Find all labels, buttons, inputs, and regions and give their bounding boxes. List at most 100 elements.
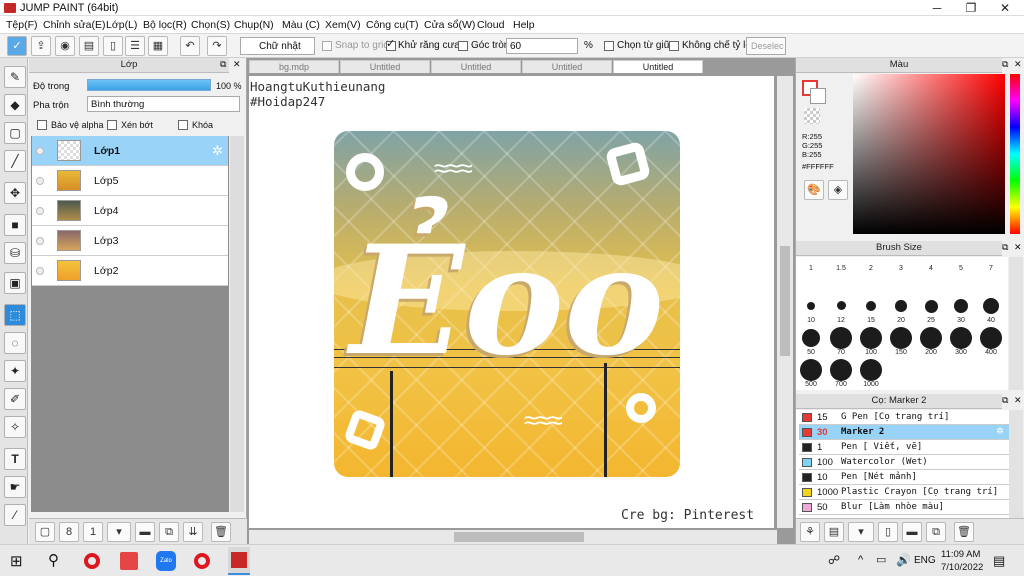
brush-row[interactable]: 50 Blur [Làm nhòe màu]	[799, 500, 1009, 515]
brush-copy-icon[interactable]: ▯	[878, 522, 898, 542]
shape-select[interactable]: Chữ nhật	[240, 37, 315, 55]
brush-size-option[interactable]: 150	[890, 327, 912, 356]
brush-row[interactable]: 1 Pen [ Viết, vẽ]	[799, 440, 1009, 455]
brush-size-option[interactable]: 50	[800, 327, 822, 356]
clip-checkbox[interactable]	[107, 120, 117, 130]
opacity-slider[interactable]	[87, 79, 211, 91]
brush-size-option[interactable]: 1	[800, 265, 822, 272]
merge-icon[interactable]: ⇊	[183, 522, 203, 542]
brush-delete-icon[interactable]: 🗑	[954, 522, 974, 542]
select-pen-tool-icon[interactable]: ✐	[4, 388, 26, 410]
shape-tool-icon[interactable]: ▢	[4, 122, 26, 144]
brush-size-option[interactable]: 7	[980, 265, 1002, 272]
settings-gear-icon[interactable]: ✲	[212, 143, 223, 159]
layer-row[interactable]: Lớp5	[32, 166, 228, 196]
brush-size-option[interactable]: 400	[980, 327, 1002, 356]
bucket-tool-icon[interactable]: ⛁	[4, 242, 26, 264]
lasso-tool-icon[interactable]: ◌	[4, 332, 26, 354]
rounded-checkbox[interactable]	[458, 41, 468, 51]
brush-settings-gear-icon[interactable]: ✲	[996, 426, 1004, 437]
opera-gx-icon[interactable]	[194, 553, 210, 569]
brush-size-scrollbar[interactable]	[1009, 257, 1023, 390]
people-icon[interactable]: ☍	[828, 553, 840, 567]
brush-size-option[interactable]: 70	[830, 327, 852, 356]
list-icon[interactable]: ☰	[125, 36, 145, 56]
brush-size-option[interactable]: 1000	[860, 359, 882, 388]
jump-paint-task-icon[interactable]	[228, 547, 250, 575]
menu-capture[interactable]: Chụp(N)	[234, 19, 274, 31]
undock-icon[interactable]: ⧉	[1002, 242, 1008, 253]
volume-icon[interactable]: 🔊	[896, 553, 911, 567]
brush-row[interactable]: 10 Pen [Nét mảnh]	[799, 470, 1009, 485]
brush-row[interactable]: 30 Marker 2 ✲	[799, 425, 1009, 440]
palette-icon[interactable]: 🎨	[804, 180, 824, 200]
brush-tool-icon[interactable]: ⚘	[800, 522, 820, 542]
brush-folder-icon[interactable]: ▬	[902, 522, 922, 542]
doc-tab[interactable]: Untitled	[340, 60, 430, 73]
brush-scrollbar[interactable]	[1009, 410, 1023, 518]
magic-wand-tool-icon[interactable]: ✦	[4, 360, 26, 382]
visibility-icon[interactable]	[36, 147, 44, 155]
clock-time[interactable]: 11:09 AM	[941, 549, 980, 560]
brush-size-option[interactable]: 200	[920, 327, 942, 356]
line-tool-icon[interactable]: ╱	[4, 150, 26, 172]
brush-add-icon[interactable]: ▤	[824, 522, 844, 542]
protect-alpha-checkbox[interactable]	[37, 120, 47, 130]
delete-layer-icon[interactable]: 🗑	[211, 522, 231, 542]
new-layer-icon[interactable]: ▢	[35, 522, 55, 542]
brush-size-option[interactable]: 3	[890, 265, 912, 272]
menu-cloud[interactable]: Cloud	[477, 19, 504, 31]
brush-size-option[interactable]: 12	[830, 295, 852, 324]
menu-filter[interactable]: Bộ lọc(R)	[143, 19, 187, 31]
brush-size-option[interactable]: 700	[830, 359, 852, 388]
brush-duplicate-icon[interactable]: ⧉	[926, 522, 946, 542]
canvas-vscroll[interactable]	[777, 76, 793, 528]
opera-icon[interactable]	[84, 553, 100, 569]
folder-icon[interactable]: ▬	[135, 522, 155, 542]
network-icon[interactable]: ▭	[876, 553, 886, 566]
brush-row[interactable]: 15 G Pen [Cọ trang trí]	[799, 410, 1009, 425]
layer-row[interactable]: Lớp1 ✲	[32, 136, 228, 166]
close-icon[interactable]: ✕	[988, 0, 1022, 16]
brush-size-option[interactable]: 40	[980, 295, 1002, 324]
brush-size-option[interactable]: 10	[800, 295, 822, 324]
menu-file[interactable]: Tệp(F)	[6, 19, 38, 31]
brush-size-option[interactable]: 2	[860, 265, 882, 272]
menu-select[interactable]: Chọn(S)	[191, 19, 230, 31]
transparent-swatch[interactable]	[804, 108, 820, 124]
visibility-icon[interactable]	[36, 207, 44, 215]
lock-checkbox[interactable]	[178, 120, 188, 130]
brush-size-option[interactable]: 15	[860, 295, 882, 324]
no-ratio-checkbox[interactable]	[669, 41, 679, 51]
rect-select-tool-icon[interactable]: ⬚	[4, 304, 26, 326]
background-color-swatch[interactable]	[810, 88, 826, 104]
hand-tool-icon[interactable]: ☛	[4, 476, 26, 498]
brush-size-option[interactable]: 500	[800, 359, 822, 388]
layer-scrollbar[interactable]	[230, 136, 244, 512]
panel-close-icon[interactable]: ✕	[1014, 242, 1022, 253]
grid-icon[interactable]: ▦	[148, 36, 168, 56]
search-icon[interactable]: ⚲	[48, 551, 59, 569]
menu-help[interactable]: Help	[513, 19, 535, 31]
zalo-icon[interactable]: Zalo	[156, 551, 176, 571]
menu-color[interactable]: Màu (C)	[282, 19, 320, 31]
canvas-hscroll-thumb[interactable]	[454, 532, 584, 542]
text-tool-icon[interactable]: T	[4, 448, 26, 470]
speech-icon[interactable]: ◉	[55, 36, 75, 56]
doc-tab[interactable]: Untitled	[431, 60, 521, 73]
brush-row[interactable]: 100 Watercolor (Wet)	[799, 455, 1009, 470]
check-icon[interactable]: ✓	[7, 36, 27, 56]
canvas-vscroll-thumb[interactable]	[780, 246, 790, 356]
fill-rect-tool-icon[interactable]: ■	[4, 214, 26, 236]
brush-size-option[interactable]: 5	[950, 265, 972, 272]
language-indicator[interactable]: ENG	[914, 555, 936, 566]
brush-size-option[interactable]: 20	[890, 295, 912, 324]
brush-size-option[interactable]: 4	[920, 265, 942, 272]
brush-size-option[interactable]: 30	[950, 295, 972, 324]
undock-icon[interactable]: ⧉	[1002, 59, 1008, 70]
windows-start-icon[interactable]: ⊞	[10, 552, 23, 570]
menu-edit[interactable]: Chỉnh sửa(E)	[43, 19, 105, 31]
select-eraser-tool-icon[interactable]: ✧	[4, 416, 26, 438]
add-layer-dropdown-icon[interactable]: ▾	[107, 522, 131, 542]
panel-close-icon[interactable]: ✕	[1014, 59, 1022, 70]
